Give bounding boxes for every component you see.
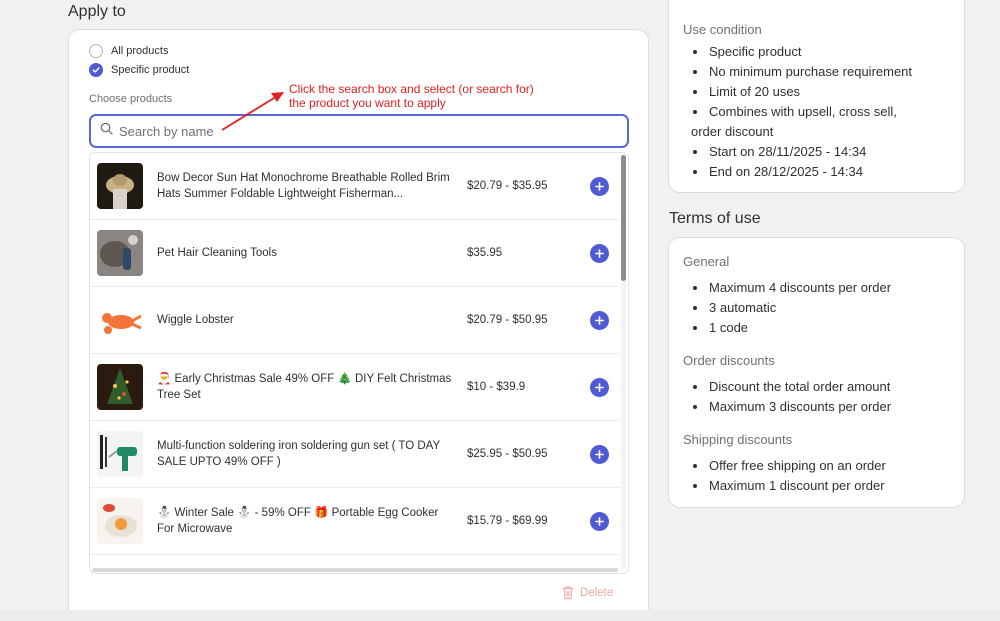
- product-row[interactable]: 🎅 Early Christmas Sale 49% OFF 🎄 DIY Fel…: [90, 354, 620, 421]
- list-item: Discount the total order amount: [689, 377, 891, 397]
- product-thumbnail: [97, 431, 143, 477]
- use-condition-list: Specific product No minimum purchase req…: [689, 42, 912, 182]
- product-price: $20.79 - $50.95: [467, 314, 548, 326]
- product-thumbnail: [97, 364, 143, 410]
- list-item: 1 code: [689, 318, 891, 338]
- apply-to-card: All products Specific product Choose pro…: [68, 29, 649, 621]
- radio-checked-icon[interactable]: [89, 63, 103, 77]
- radio-all-products[interactable]: All products: [89, 44, 168, 58]
- list-item: Offer free shipping on an order: [689, 456, 886, 476]
- radio-specific-product[interactable]: Specific product: [89, 63, 189, 77]
- product-price: $25.95 - $50.95: [467, 448, 548, 460]
- product-name: Multi-function soldering iron soldering …: [157, 440, 440, 468]
- list-horizontal-scrollbar[interactable]: [92, 568, 618, 572]
- plus-icon: [595, 248, 604, 258]
- shipping-discounts-label: Shipping discounts: [683, 432, 793, 447]
- annotation-callout: Click the search box and select (or sear…: [289, 82, 534, 110]
- add-product-button[interactable]: [590, 511, 609, 531]
- list-item: 3 automatic: [689, 298, 891, 318]
- terms-of-use-title: Terms of use: [669, 210, 761, 227]
- product-thumbnail: [97, 498, 143, 544]
- search-input[interactable]: [119, 123, 599, 139]
- footer-strip: [0, 610, 1000, 621]
- apply-to-title: Apply to: [68, 3, 126, 20]
- delete-button[interactable]: Delete: [561, 585, 613, 600]
- list-item: No minimum purchase requirement: [689, 62, 912, 82]
- product-row[interactable]: Wiggle Lobster $20.79 - $50.95: [90, 287, 620, 354]
- plus-icon: [595, 449, 604, 459]
- general-label: General: [683, 254, 730, 269]
- add-product-button[interactable]: [590, 243, 609, 263]
- product-row[interactable]: ⛄ Winter Sale ⛄ - 59% OFF 🎁 Portable Egg…: [90, 488, 620, 555]
- shipping-discounts-list: Offer free shipping on an order Maximum …: [689, 456, 886, 496]
- trash-icon: [563, 586, 573, 600]
- list-item: Start on 28/11/2025 - 14:34: [689, 142, 912, 162]
- product-price: $15.79 - $69.99: [467, 515, 548, 527]
- search-icon: [100, 122, 113, 140]
- list-item: Combines with upsell, cross sell,: [689, 102, 912, 122]
- order-discounts-label: Order discounts: [683, 353, 775, 368]
- add-product-button[interactable]: [590, 444, 609, 464]
- radio-unchecked-icon[interactable]: [89, 44, 103, 58]
- order-discounts-list: Discount the total order amount Maximum …: [689, 377, 891, 417]
- product-thumbnail: [97, 163, 143, 209]
- add-product-button[interactable]: [590, 310, 609, 330]
- annotation-line: the product you want to apply: [289, 96, 446, 110]
- terms-card: General Maximum 4 discounts per order 3 …: [668, 237, 965, 508]
- summary-card: Use condition Specific product No minimu…: [668, 0, 965, 193]
- add-product-button[interactable]: [590, 176, 609, 196]
- product-price: $20.79 - $35.95: [467, 180, 548, 192]
- product-search-box[interactable]: [89, 114, 629, 148]
- product-name: ⛄ Winter Sale ⛄ - 59% OFF 🎁 Portable Egg…: [157, 507, 439, 535]
- product-list[interactable]: Bow Decor Sun Hat Monochrome Breathable …: [89, 152, 629, 574]
- product-thumbnail: [97, 230, 143, 276]
- list-item: Specific product: [689, 42, 912, 62]
- list-item: Limit of 20 uses: [689, 82, 912, 102]
- delete-label: Delete: [580, 586, 614, 599]
- list-item: End on 28/12/2025 - 14:34: [689, 162, 912, 182]
- product-row[interactable]: Pet Hair Cleaning Tools $35.95: [90, 220, 620, 287]
- annotation-line: Click the search box and select (or sear…: [289, 82, 534, 96]
- radio-label: Specific product: [111, 64, 190, 76]
- list-item-continued: order discount: [691, 124, 774, 139]
- radio-label: All products: [111, 45, 169, 57]
- product-thumbnail: [97, 297, 143, 343]
- use-condition-label: Use condition: [683, 22, 762, 37]
- product-price: $35.95: [467, 247, 503, 259]
- plus-icon: [595, 382, 604, 392]
- add-product-button[interactable]: [590, 377, 609, 397]
- product-name: 🎅 Early Christmas Sale 49% OFF 🎄 DIY Fel…: [157, 373, 452, 401]
- product-name: Bow Decor Sun Hat Monochrome Breathable …: [157, 172, 450, 200]
- product-row[interactable]: Multi-function soldering iron soldering …: [90, 421, 620, 488]
- general-list: Maximum 4 discounts per order 3 automati…: [689, 278, 891, 338]
- list-item: Maximum 1 discount per order: [689, 476, 886, 496]
- list-item: Maximum 3 discounts per order: [689, 397, 891, 417]
- product-name: Wiggle Lobster: [157, 314, 234, 326]
- list-item: Maximum 4 discounts per order: [689, 278, 891, 298]
- product-row[interactable]: Bow Decor Sun Hat Monochrome Breathable …: [90, 153, 620, 220]
- product-price: $10 - $39.9: [467, 381, 526, 393]
- plus-icon: [595, 516, 604, 526]
- choose-products-label: Choose products: [89, 93, 173, 105]
- list-scrollbar-thumb[interactable]: [621, 155, 626, 281]
- plus-icon: [595, 181, 604, 191]
- product-name: Pet Hair Cleaning Tools: [157, 247, 277, 259]
- plus-icon: [595, 315, 604, 325]
